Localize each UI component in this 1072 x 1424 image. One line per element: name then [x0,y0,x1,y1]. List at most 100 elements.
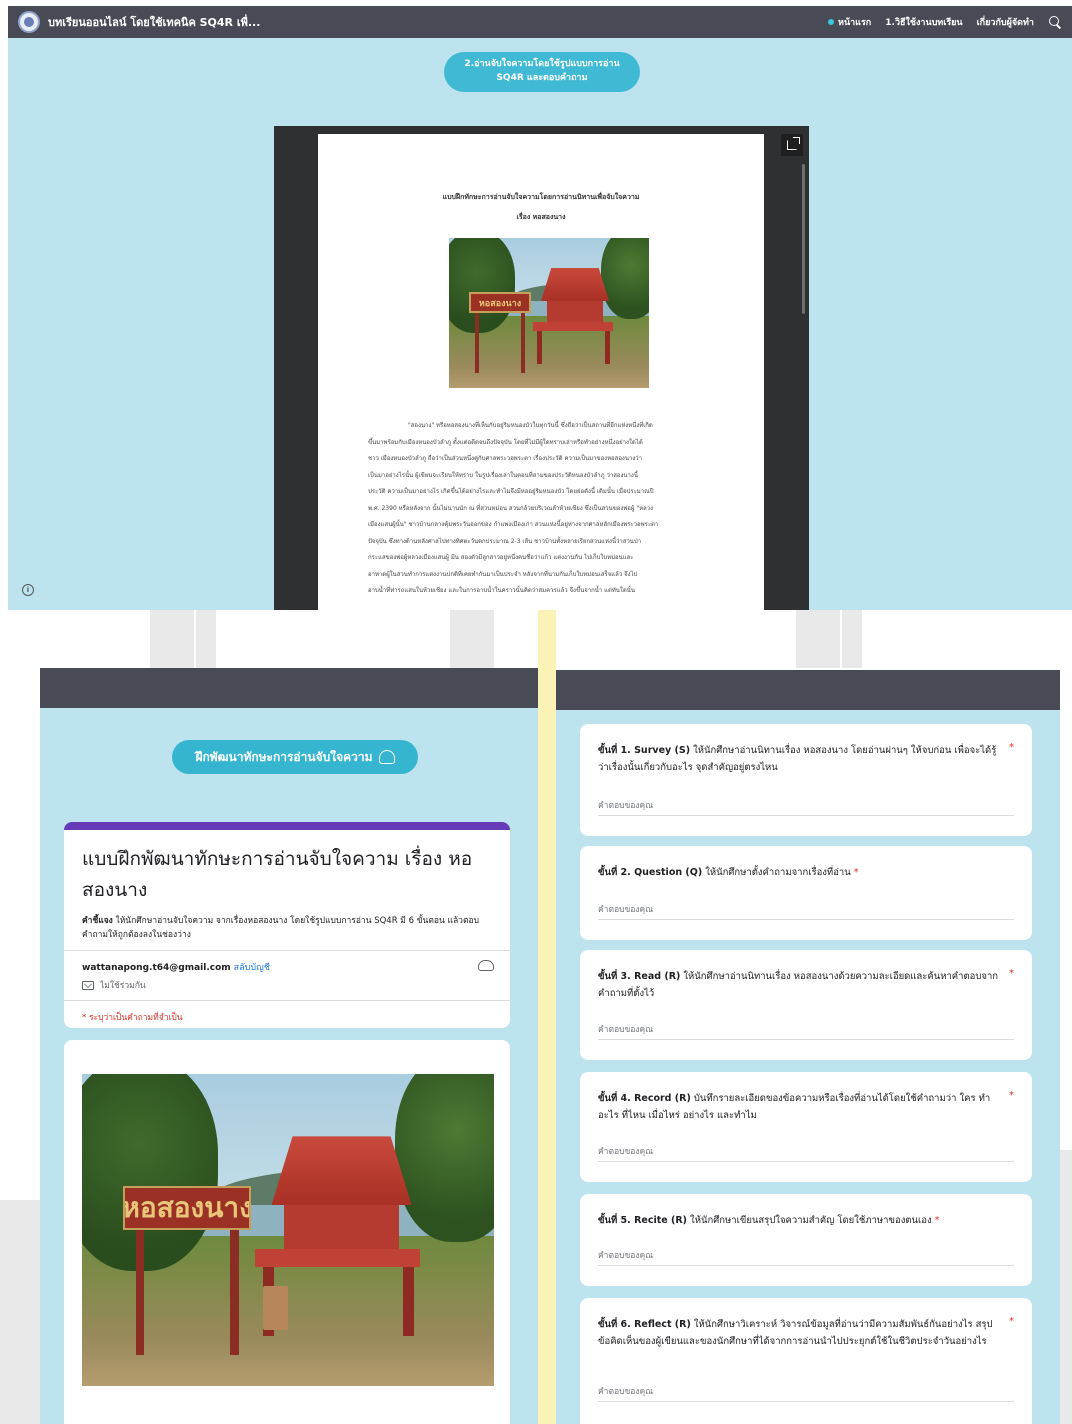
viewer-scrollbar[interactable] [802,164,805,314]
background-stripe [1060,1150,1072,1424]
embedded-document-viewer[interactable]: แบบฝึกทักษะการอ่านจับใจความโดยการอ่านนิท… [274,126,809,610]
answer-input[interactable]: คำตอบของคุณ [598,1384,1014,1402]
background-stripe [842,610,862,668]
document-body: "สองนาง" หรือหอสองนางที่เห็นกับอยู่ริมหน… [368,418,714,600]
mail-icon [82,980,94,990]
active-dot-icon [828,19,835,25]
composite-screenshot: บทเรียนออนไลน์ โดยใช้เทคนิค SQ4R เพื่...… [0,0,1072,1424]
not-shared-label: ไม่ใช้ร่วมกัน [100,981,146,991]
question-card-5: ขั้นที่ 5. Recite (R) ให้นักศึกษาเขียนสร… [580,1194,1032,1286]
question-card-4: ขั้นที่ 4. Record (R) บันทึกรายละเอียดขอ… [580,1072,1032,1182]
next-card-edge [64,1416,510,1424]
photo-shrine-leg [537,331,542,364]
form-topbar [40,668,538,708]
open-in-new-glyph [787,137,800,150]
switch-account-link[interactable]: สลับบัญชี [234,963,270,973]
document-line: เมืองแสนผู้นั้น" ชาวบ้านกลางคุ้มพระวันออ… [368,521,659,528]
question-text: ขั้นที่ 6. Reflect (R) ให้นักศึกษาวิเครา… [598,1316,1000,1350]
question-step: ขั้นที่ 2. Question (Q) [598,867,703,878]
form-photo: หอสองนาง [82,1074,494,1386]
photo-shrine-roof [271,1136,412,1206]
logo-emblem [24,17,34,27]
answer-input[interactable]: คำตอบของคุณ [598,1144,1014,1162]
question-card-2: ขั้นที่ 2. Question (Q) ให้นักศึกษาตั้งค… [580,846,1032,940]
question-step: ขั้นที่ 6. Reflect (R) [598,1319,691,1330]
required-star: * [1009,1316,1014,1327]
required-star: * [934,1215,940,1226]
photo-plant-pot [263,1286,288,1330]
photo-shrine-body [547,301,603,322]
background-stripe [538,610,556,1424]
document-line: ปัจจุบัน ซึ่งทางด้านหลังศาลไปทางทิศตะวัน… [368,537,642,545]
form-image-card: หอสองนาง [64,1040,510,1424]
document-page: แบบฝึกทักษะการอ่านจับใจความโดยการอ่านนิท… [318,134,764,610]
question-text: ขั้นที่ 1. Survey (S) ให้นักศึกษาอ่านนิท… [598,742,1000,776]
document-line: ชาว เมืองหนองบัวลำภู ถือว่าเป็นส่วนหนึ่ง… [368,455,642,462]
question-card-6: ขั้นที่ 6. Reflect (R) ให้นักศึกษาวิเครา… [580,1298,1032,1424]
question-text: ขั้นที่ 3. Read (R) ให้นักศึกษาอ่านนิทาน… [598,968,1000,1002]
section-pill-button[interactable]: 2.อ่านจับใจความโดยใช้รูปแบบการอ่าน SQ4R … [444,52,640,92]
photo-shrine-leg [605,331,610,364]
question-card-1: ขั้นที่ 1. Survey (S) ให้นักศึกษาอ่านนิท… [580,724,1032,836]
form-banner-label: ฝึกพัฒนาทักษะการอ่านจับใจความ [195,749,373,764]
background-stripe [0,1200,40,1424]
question-step: ขั้นที่ 3. Read (R) [598,971,681,982]
site-screenshot: บทเรียนออนไลน์ โดยใช้เทคนิค SQ4R เพื่...… [8,6,1072,610]
required-star: * [1009,968,1014,979]
divider [64,950,510,951]
divider [64,1000,510,1001]
document-subtitle: เรื่อง หอสองนาง [516,213,566,221]
question-step: ขั้นที่ 4. Record (R) [598,1093,691,1104]
site-nav-links: หน้าแรก 1.วิธีใช้งานบทเรียน เกี่ยวกับผู้… [828,15,1062,29]
nav-link-home[interactable]: หน้าแรก [828,15,871,29]
form-banner: ฝึกพัฒนาทักษะการอ่านจับใจความ [172,740,418,774]
description-label: คำชี้แจง [82,916,113,926]
photo-sign: หอสองนาง [123,1186,251,1230]
hand-icon [378,750,395,764]
description-text: ให้นักศึกษาอ่านจับใจความ จากเรื่องหอสองน… [82,916,479,940]
answer-input[interactable]: คำตอบของคุณ [598,798,1014,816]
form-title-card: แบบฝึกพัฒนาทักษะการอ่านจับใจความ เรื่อง … [64,822,510,1028]
info-icon[interactable]: i [22,584,34,596]
question-step: ขั้นที่ 1. Survey (S) [598,745,691,756]
document-line: อาหาดผู้ในสวนทำการแต่งงานปกติที่เคยทำกัน… [368,570,638,578]
question-text: ขั้นที่ 2. Question (Q) ให้นักศึกษาตั้งค… [598,864,1000,881]
answer-input[interactable]: คำตอบของคุณ [598,1248,1014,1266]
background-stripe [196,610,216,668]
form-questions-screenshot: ขั้นที่ 1. Survey (S) ให้นักศึกษาอ่านนิท… [556,670,1060,1424]
search-icon[interactable] [1048,15,1062,29]
document-line: ขึ้นมาพร้อมกับเมืองหนองบัวลำภู ตั้งแต่อด… [368,438,643,446]
document-line: อาบน้ำที่ท่ารถแสนในห้วยเชียง และในการอาบ… [368,587,635,594]
form-topbar [556,670,1060,710]
form-header-screenshot: ฝึกพัฒนาทักษะการอ่านจับใจความ แบบฝึกพัฒน… [40,668,538,1424]
account-email-text: wattanapong.t64@gmail.com [82,963,231,973]
photo-sign-post [521,313,525,373]
form-description: คำชี้แจง ให้นักศึกษาอ่านจับใจความ จากเรื… [82,914,496,942]
background-stripe [150,610,194,668]
required-star: * [1009,742,1014,753]
photo-sign-post [475,313,479,373]
cloud-sync-icon [478,960,494,971]
answer-input[interactable]: คำตอบของคุณ [598,902,1014,920]
open-in-new-icon[interactable] [781,134,803,156]
document-line: ประวัติ ความเป็นมาอย่างไร เกิดขึ้นได้อย่… [368,488,654,495]
nav-link-about[interactable]: เกี่ยวกับผู้จัดทำ [977,15,1034,29]
document-line: "สองนาง" หรือหอสองนางที่เห็นกับอยู่ริมหน… [408,422,653,429]
required-star: * [853,867,859,878]
question-card-3: ขั้นที่ 3. Read (R) ให้นักศึกษาอ่านนิทาน… [580,950,1032,1060]
required-star: * [1009,1090,1014,1101]
photo-shrine-base [533,322,613,331]
photo-shrine-leg [403,1267,414,1337]
question-body: ให้นักศึกษาเขียนสรุปใจความสำคัญ โดยใช้ภา… [687,1215,932,1226]
section-pill-line1: 2.อ่านจับใจความโดยใช้รูปแบบการอ่าน [464,59,620,70]
photo-tree [449,238,515,333]
nav-link-howto[interactable]: 1.วิธีใช้งานบทเรียน [885,15,962,29]
site-logo[interactable] [18,11,40,33]
form-title: แบบฝึกพัฒนาทักษะการอ่านจับใจความ เรื่อง … [82,848,473,901]
photo-sign-post [135,1230,144,1355]
photo-shrine-roof [541,268,609,301]
answer-input[interactable]: คำตอบของคุณ [598,1022,1014,1040]
site-title[interactable]: บทเรียนออนไลน์ โดยใช้เทคนิค SQ4R เพื่... [48,13,260,31]
photo-shrine-base [255,1248,420,1268]
question-text: ขั้นที่ 4. Record (R) บันทึกรายละเอียดขอ… [598,1090,1000,1124]
